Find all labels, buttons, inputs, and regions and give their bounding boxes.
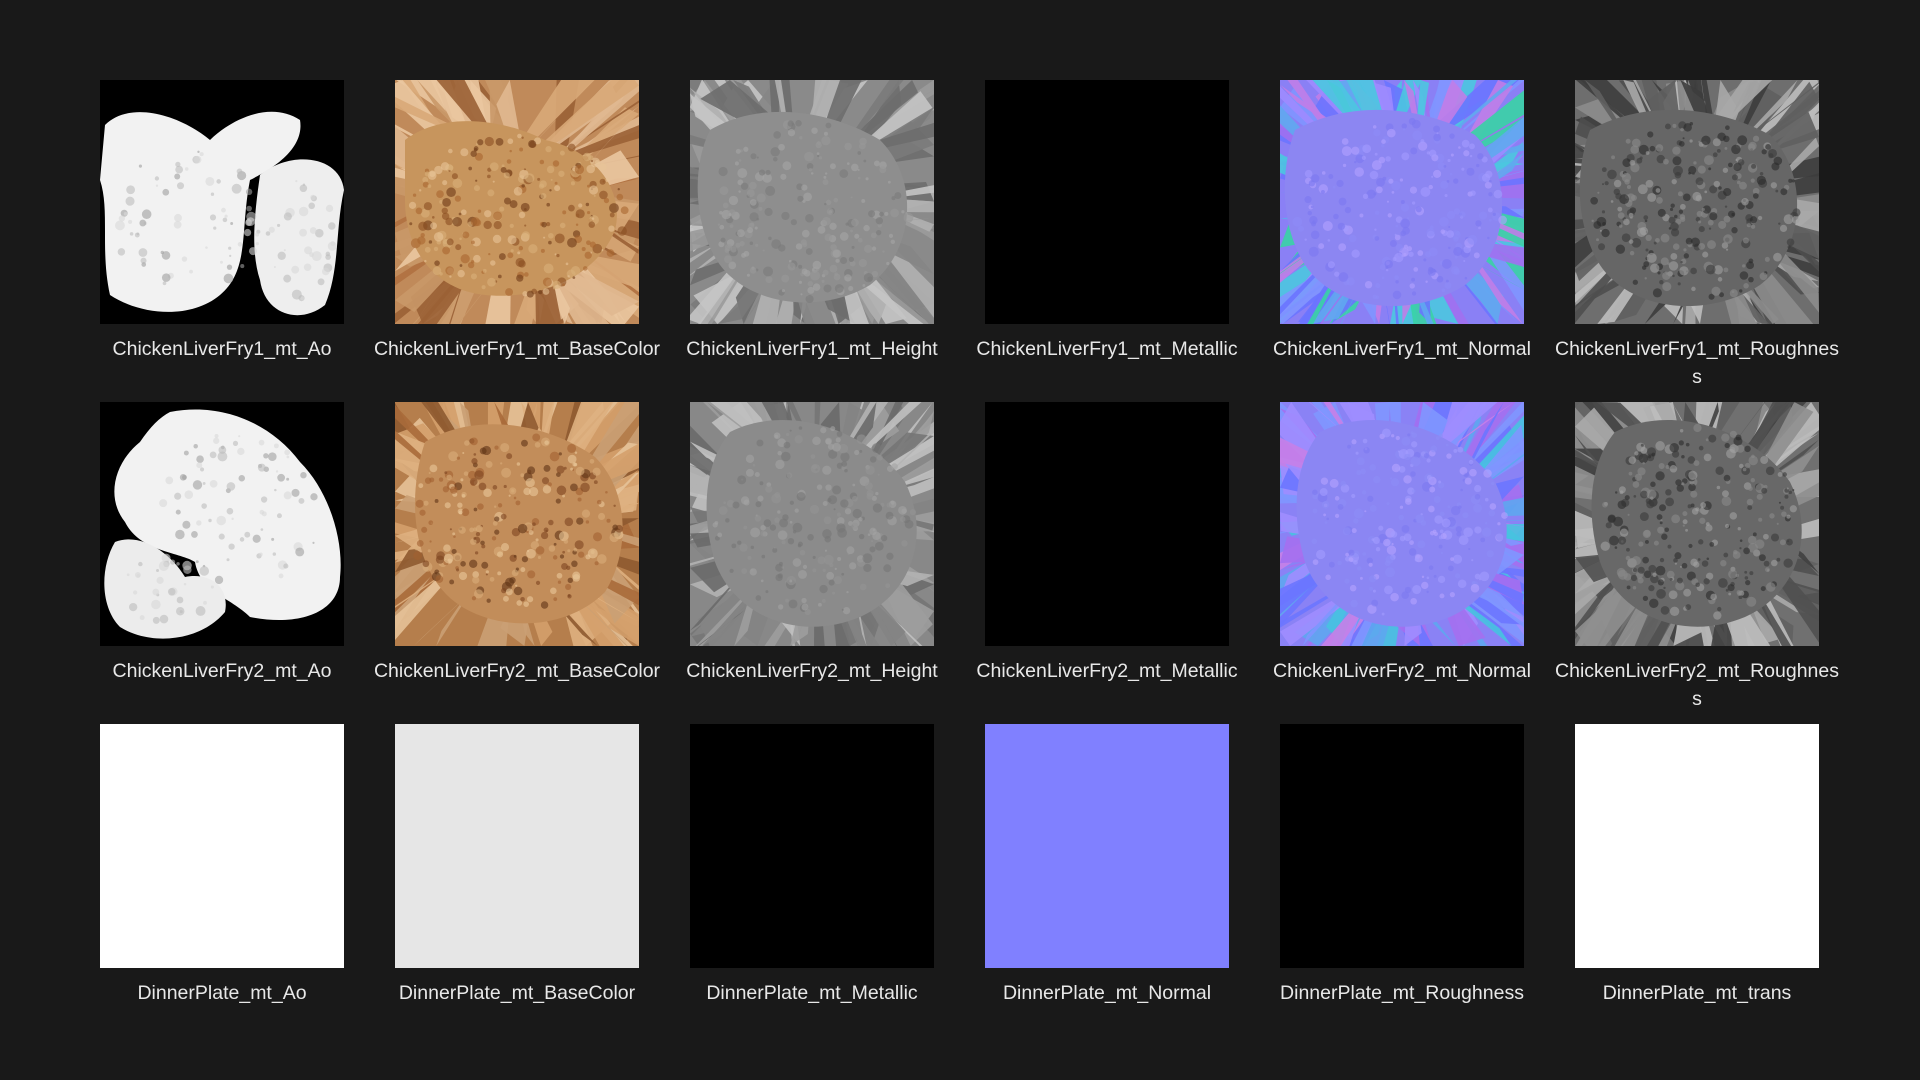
file-grid: ChickenLiverFry1_mt_Ao ChickenLiverFry1_…: [100, 80, 1839, 1046]
texture-thumbnail: [985, 402, 1229, 646]
file-tile[interactable]: DinnerPlate_mt_Roughness: [1280, 724, 1575, 1046]
file-name: ChickenLiverFry2_mt_Height: [686, 660, 938, 682]
file-name: ChickenLiverFry2_mt_Metallic: [976, 660, 1238, 682]
texture-thumbnail: [100, 724, 344, 968]
file-name: DinnerPlate_mt_Roughness: [1280, 982, 1524, 1004]
texture-thumbnail: [1575, 402, 1819, 646]
file-tile[interactable]: ChickenLiverFry1_mt_Ao: [100, 80, 395, 402]
texture-thumbnail: [395, 402, 639, 646]
file-tile[interactable]: DinnerPlate_mt_trans: [1575, 724, 1870, 1046]
file-name: ChickenLiverFry1_mt_Normal: [1273, 338, 1531, 360]
file-tile[interactable]: DinnerPlate_mt_Metallic: [690, 724, 985, 1046]
file-tile[interactable]: ChickenLiverFry1_mt_Height: [686, 80, 985, 402]
file-name: ChickenLiverFry1_mt_Height: [686, 338, 938, 360]
texture-thumbnail: [690, 402, 934, 646]
file-name: ChickenLiverFry2_mt_Roughness: [1555, 660, 1839, 710]
file-tile[interactable]: ChickenLiverFry2_mt_Normal: [1273, 402, 1575, 724]
texture-thumbnail: [1280, 402, 1524, 646]
file-tile[interactable]: ChickenLiverFry2_mt_Roughness: [1555, 402, 1870, 724]
texture-thumbnail: [690, 724, 934, 968]
file-name: DinnerPlate_mt_trans: [1602, 982, 1792, 1004]
texture-thumbnail: [100, 402, 344, 646]
texture-thumbnail: [1575, 80, 1819, 324]
texture-thumbnail: [395, 80, 639, 324]
file-tile[interactable]: ChickenLiverFry2_mt_Metallic: [976, 402, 1280, 724]
file-tile[interactable]: DinnerPlate_mt_Normal: [985, 724, 1280, 1046]
file-tile[interactable]: ChickenLiverFry1_mt_Normal: [1273, 80, 1575, 402]
texture-thumbnail: [690, 80, 934, 324]
file-name: ChickenLiverFry1_mt_Roughness: [1555, 338, 1839, 388]
texture-thumbnail: [1280, 724, 1524, 968]
file-name: ChickenLiverFry1_mt_Metallic: [976, 338, 1238, 360]
file-name: ChickenLiverFry2_mt_Normal: [1273, 660, 1531, 682]
file-tile[interactable]: ChickenLiverFry2_mt_Height: [686, 402, 985, 724]
texture-thumbnail: [985, 724, 1229, 968]
texture-thumbnail: [985, 80, 1229, 324]
file-name: DinnerPlate_mt_Normal: [1002, 982, 1212, 1004]
file-tile[interactable]: ChickenLiverFry1_mt_BaseColor: [374, 80, 690, 402]
texture-thumbnail: [100, 80, 344, 324]
file-tile[interactable]: ChickenLiverFry1_mt_Metallic: [976, 80, 1280, 402]
file-tile[interactable]: ChickenLiverFry2_mt_BaseColor: [374, 402, 690, 724]
file-tile[interactable]: DinnerPlate_mt_Ao: [100, 724, 395, 1046]
file-tile[interactable]: DinnerPlate_mt_BaseColor: [395, 724, 690, 1046]
file-name: ChickenLiverFry1_mt_BaseColor: [373, 338, 661, 360]
texture-thumbnail: [1575, 724, 1819, 968]
file-name: ChickenLiverFry2_mt_BaseColor: [373, 660, 661, 682]
file-tile[interactable]: ChickenLiverFry2_mt_Ao: [100, 402, 395, 724]
file-name: DinnerPlate_mt_BaseColor: [398, 982, 636, 1004]
file-name: ChickenLiverFry2_mt_Ao: [112, 660, 332, 682]
file-tile[interactable]: ChickenLiverFry1_mt_Roughness: [1555, 80, 1870, 402]
texture-thumbnail: [395, 724, 639, 968]
file-name: DinnerPlate_mt_Metallic: [706, 982, 918, 1004]
file-name: ChickenLiverFry1_mt_Ao: [112, 338, 332, 360]
texture-thumbnail: [1280, 80, 1524, 324]
file-name: DinnerPlate_mt_Ao: [137, 982, 307, 1004]
